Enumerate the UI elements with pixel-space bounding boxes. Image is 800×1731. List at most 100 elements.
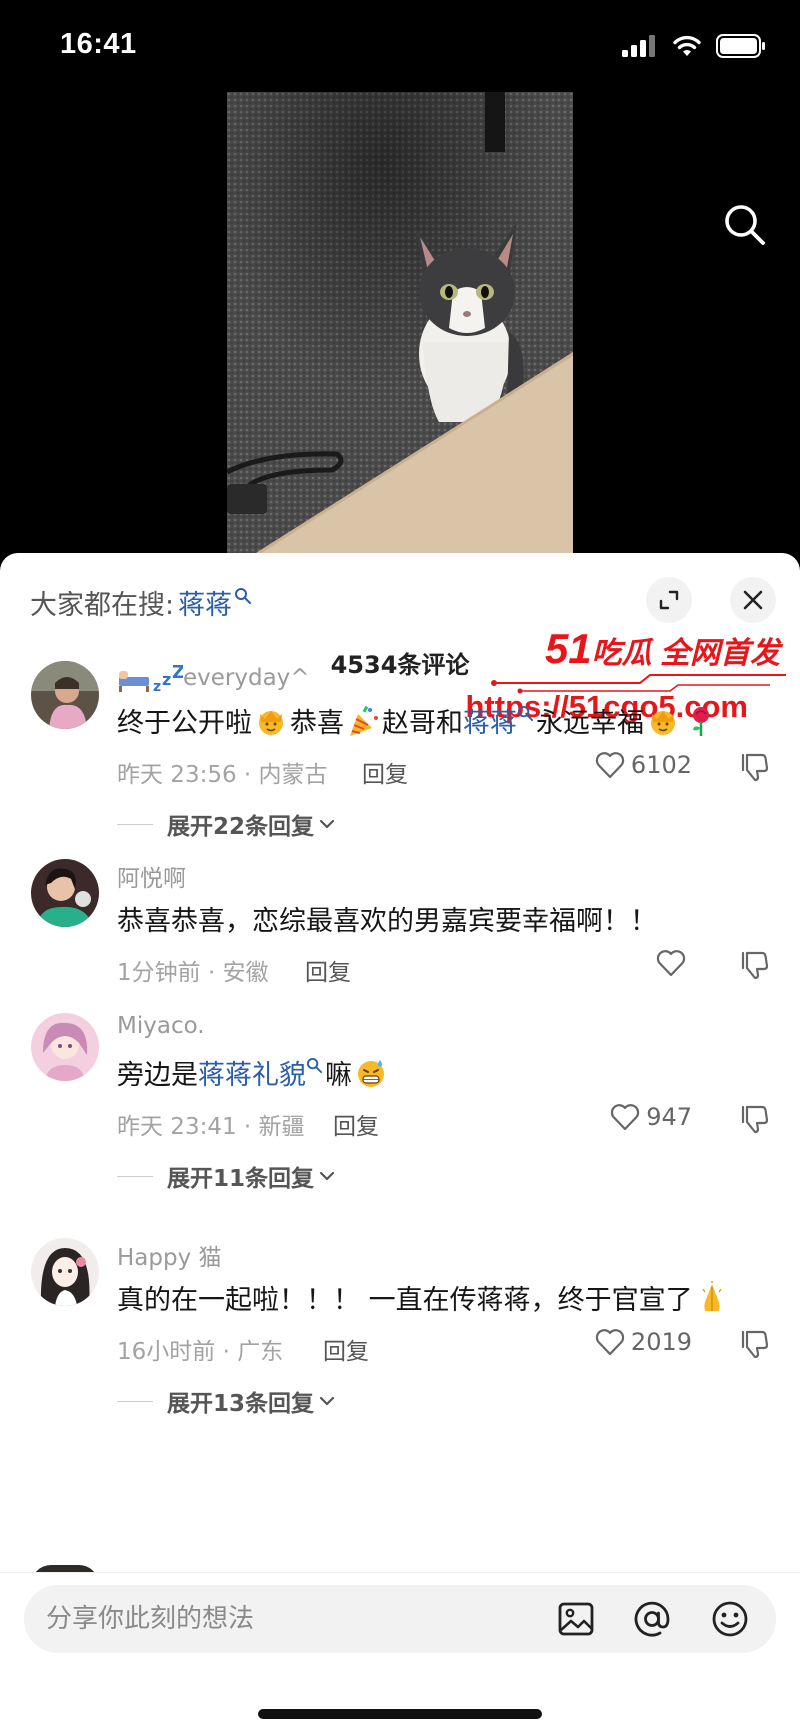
reply-button[interactable]: 回复 bbox=[333, 1107, 379, 1141]
dislike-button[interactable] bbox=[738, 1328, 770, 1360]
small-search-icon bbox=[235, 587, 252, 604]
comment-time-location: 16小时前 · 广东 bbox=[117, 1339, 284, 1365]
expand-replies-label: 展开11条回复 bbox=[167, 1166, 315, 1192]
crown-face-emoji-icon bbox=[651, 710, 675, 735]
battery-icon bbox=[716, 34, 765, 58]
signal-icon bbox=[622, 35, 655, 57]
rose-icon bbox=[693, 706, 709, 736]
comment-time-location: 1分钟前 · 安徽 bbox=[117, 960, 269, 986]
comment-text-part: 恭喜 bbox=[290, 708, 344, 739]
status-icons bbox=[622, 34, 766, 58]
heart-icon bbox=[656, 950, 686, 977]
avatar-image bbox=[31, 661, 99, 729]
expand-replies-label: 展开22条回复 bbox=[167, 814, 315, 840]
username-text: everyday^ bbox=[183, 665, 310, 691]
expand-replies-button[interactable]: 展开22条回复 bbox=[117, 807, 336, 841]
reply-button[interactable]: 回复 bbox=[362, 755, 408, 789]
avatar-image bbox=[31, 1013, 99, 1081]
reply-button[interactable]: 回复 bbox=[305, 953, 351, 987]
comment-text: 恭喜恭喜，恋综最喜欢的男嘉宾要幸福啊！！ bbox=[117, 906, 657, 937]
comment-text: 真的在一起啦！！！ 一直在传蒋蒋，终于官宣了 bbox=[117, 1278, 731, 1317]
comment-text: 终于公开啦 恭喜 赵哥和 蒋蒋 永远幸福 bbox=[117, 701, 720, 740]
comment-username[interactable]: Happy 猫 bbox=[117, 1238, 222, 1272]
divider bbox=[117, 1400, 153, 1402]
party-popper-icon bbox=[350, 705, 378, 736]
like-button[interactable] bbox=[656, 949, 692, 977]
chevron-down-icon bbox=[319, 819, 335, 829]
reply-button[interactable]: 回复 bbox=[323, 1332, 369, 1366]
crown-face-emoji-icon bbox=[259, 710, 283, 735]
dislike-icon bbox=[741, 753, 769, 782]
comment-time-location: 昨天 23:41 · 新疆 bbox=[117, 1114, 305, 1140]
comment-text-part: 永远幸福 bbox=[536, 708, 644, 739]
avatar[interactable] bbox=[31, 1238, 99, 1306]
comment-username[interactable]: Miyaco. bbox=[117, 1013, 205, 1039]
keyword-link[interactable]: 蒋蒋礼貌 bbox=[198, 1053, 306, 1092]
heart-icon bbox=[611, 1104, 640, 1131]
comment-input[interactable] bbox=[46, 1585, 546, 1653]
image-icon bbox=[558, 1602, 594, 1636]
expand-replies-label: 展开13条回复 bbox=[167, 1391, 315, 1417]
comment-text-part: 终于公开啦 bbox=[117, 708, 252, 739]
chevron-down-icon bbox=[319, 1396, 335, 1406]
search-button[interactable] bbox=[720, 200, 770, 250]
comment-time-location: 昨天 23:56 · 内蒙古 bbox=[117, 762, 328, 788]
emoji-icon bbox=[712, 1601, 748, 1637]
home-indicator[interactable] bbox=[258, 1709, 542, 1719]
comment-sheet: 大家都在搜: 蒋蒋 4534条评论 51吃瓜 全网首发 https://51cg… bbox=[0, 553, 800, 1731]
avatar[interactable] bbox=[31, 661, 99, 729]
hot-search-keyword[interactable]: 蒋蒋 bbox=[178, 583, 232, 622]
like-button[interactable]: 947 bbox=[610, 1103, 692, 1131]
avatar[interactable] bbox=[31, 1013, 99, 1081]
svg-text:z: z bbox=[153, 679, 161, 695]
status-bar: 16:41 bbox=[0, 0, 800, 92]
like-count: 2019 bbox=[630, 1328, 692, 1356]
mention-button[interactable] bbox=[632, 1599, 672, 1639]
image-button[interactable] bbox=[556, 1599, 596, 1639]
keyword-link[interactable]: 蒋蒋 bbox=[463, 701, 517, 740]
heart-icon bbox=[595, 1329, 625, 1356]
watermark-brand-text: 吃瓜 全网首发 bbox=[591, 637, 780, 670]
search-icon bbox=[725, 205, 765, 245]
comment-username[interactable]: 阿悦啊 bbox=[117, 859, 186, 893]
video-player[interactable] bbox=[0, 92, 800, 554]
like-count: 6102 bbox=[630, 751, 692, 779]
like-button[interactable]: 6102 bbox=[595, 751, 692, 779]
expand-icon bbox=[659, 590, 679, 610]
dislike-button[interactable] bbox=[738, 1103, 770, 1135]
divider bbox=[117, 1175, 153, 1177]
wifi-icon bbox=[673, 35, 701, 56]
watermark-brand-num: 51 bbox=[544, 625, 592, 672]
comment-username[interactable]: z z Z everyday^ bbox=[117, 661, 310, 695]
svg-text:z: z bbox=[162, 670, 171, 689]
comment-text-part: 旁边是 bbox=[117, 1060, 198, 1091]
comment-input-bar bbox=[0, 1572, 800, 1731]
comment-input-box[interactable] bbox=[24, 1585, 776, 1653]
dislike-icon bbox=[741, 1105, 769, 1134]
expand-replies-button[interactable]: 展开11条回复 bbox=[117, 1159, 336, 1193]
avatar[interactable] bbox=[31, 859, 99, 927]
comment-text: 旁边是 蒋蒋礼貌 嘛 bbox=[117, 1053, 390, 1092]
clasped-hands-icon bbox=[701, 1280, 722, 1311]
avatar-image bbox=[31, 859, 99, 927]
expand-replies-button[interactable]: 展开13条回复 bbox=[117, 1384, 336, 1418]
dislike-button[interactable] bbox=[738, 751, 770, 783]
expand-button[interactable] bbox=[646, 577, 692, 623]
close-icon bbox=[743, 590, 763, 610]
heart-icon bbox=[595, 752, 625, 779]
status-time: 16:41 bbox=[60, 28, 137, 60]
chevron-down-icon bbox=[319, 1171, 335, 1181]
video-thumbnail bbox=[227, 92, 573, 554]
like-button[interactable]: 2019 bbox=[595, 1328, 692, 1356]
video-frame bbox=[227, 92, 573, 554]
close-button[interactable] bbox=[730, 577, 776, 623]
like-count: 947 bbox=[646, 1103, 692, 1131]
dislike-button[interactable] bbox=[738, 949, 770, 981]
hot-search[interactable]: 大家都在搜: 蒋蒋 bbox=[30, 583, 252, 622]
small-search-icon bbox=[306, 1057, 323, 1074]
dislike-icon bbox=[741, 1330, 769, 1359]
emoji-button[interactable] bbox=[710, 1599, 750, 1639]
avatar-image bbox=[31, 1238, 99, 1306]
divider bbox=[117, 823, 153, 825]
small-search-icon bbox=[517, 705, 534, 722]
